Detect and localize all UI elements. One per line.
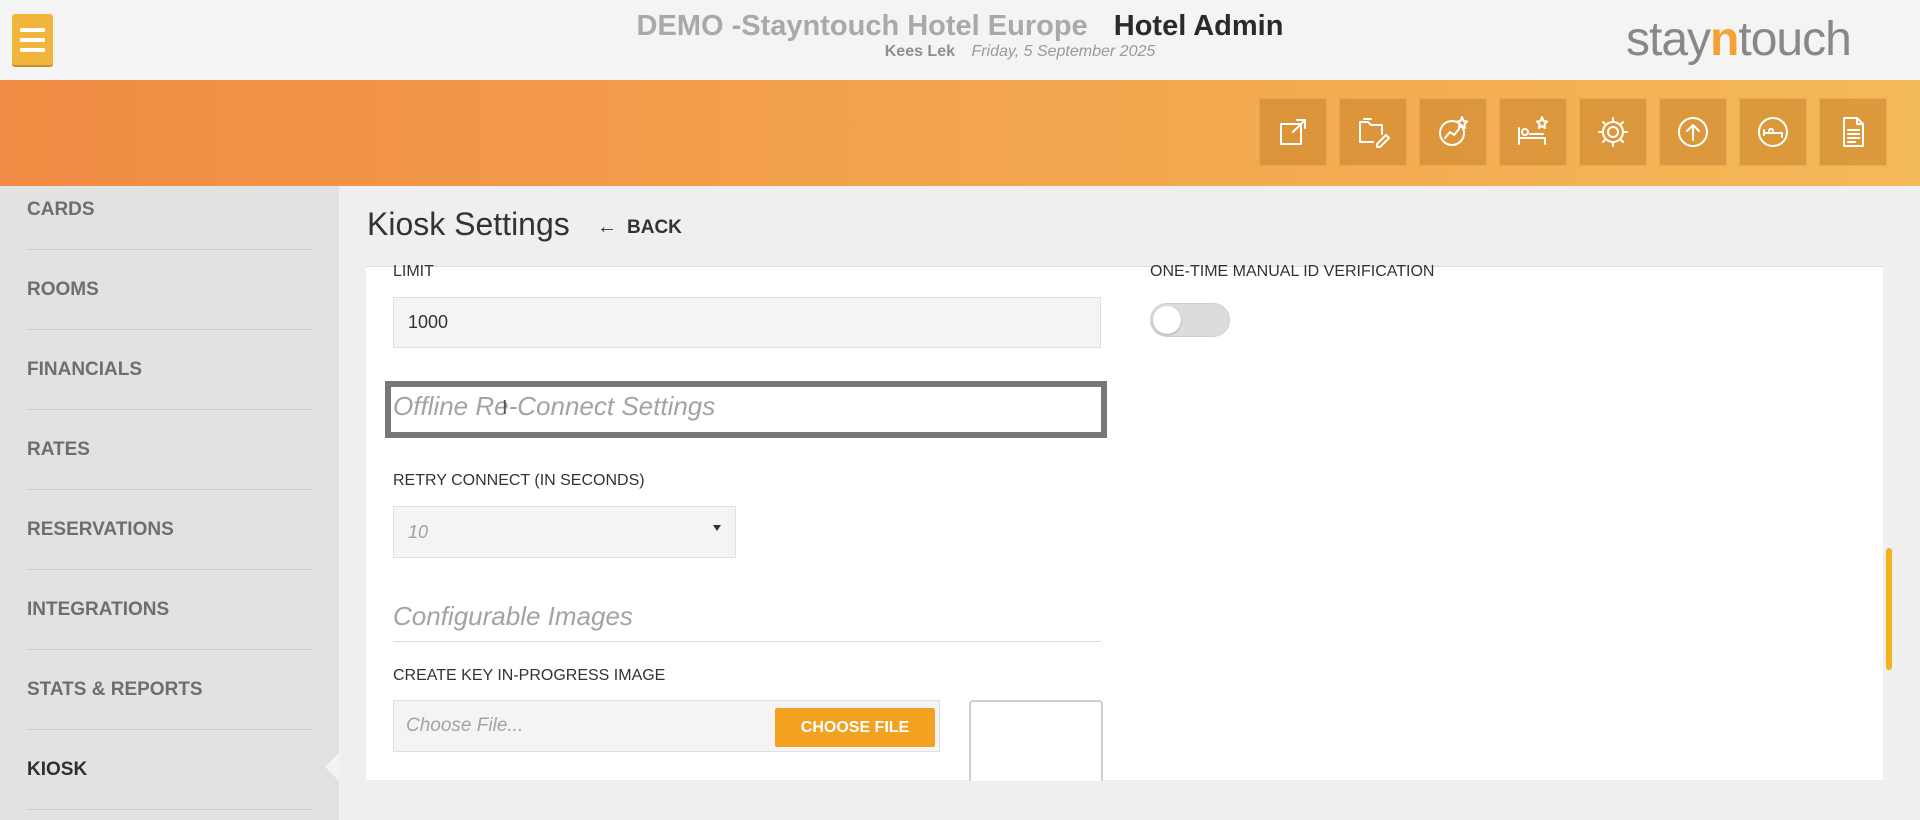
external-link-button[interactable] bbox=[1259, 98, 1327, 166]
user-name: Kees Lek bbox=[884, 43, 955, 60]
retry-connect-label: RETRY CONNECT (IN SECONDS) bbox=[393, 472, 645, 489]
image-preview bbox=[969, 700, 1103, 781]
manual-id-verification-label: ONE-TIME MANUAL ID VERIFICATION bbox=[1150, 263, 1435, 280]
folder-edit-button[interactable] bbox=[1339, 98, 1407, 166]
gear-icon bbox=[1598, 117, 1628, 147]
sidebar-item-reservations[interactable]: RESERVATIONS bbox=[27, 490, 313, 570]
chevron-down-icon bbox=[713, 525, 721, 531]
folder-edit-icon bbox=[1359, 118, 1390, 148]
sidebar-item-integrations[interactable]: INTEGRATIONS bbox=[27, 570, 313, 650]
kiosk-settings-panel: LIMIT 1000 ONE-TIME MANUAL ID VERIFICATI… bbox=[366, 263, 1883, 781]
reports-button[interactable] bbox=[1819, 98, 1887, 166]
settings-button[interactable] bbox=[1579, 98, 1647, 166]
main-content: Kiosk Settings ← BACK LIMIT 1000 ONE-TIM… bbox=[339, 186, 1920, 820]
sidebar-item-financials[interactable]: FINANCIALS bbox=[27, 330, 313, 410]
limit-label: LIMIT bbox=[393, 263, 434, 280]
rooms-button[interactable] bbox=[1499, 98, 1567, 166]
limit-input[interactable]: 1000 bbox=[393, 297, 1101, 348]
external-link-icon bbox=[1280, 119, 1306, 145]
business-date: Friday, 5 September 2025 bbox=[971, 43, 1156, 60]
upload-circle-icon bbox=[1678, 117, 1708, 147]
admin-sidebar: CARDS ROOMS FINANCIALS RATES RESERVATION… bbox=[0, 186, 339, 820]
choose-file-button[interactable]: CHOOSE FILE bbox=[775, 708, 935, 747]
back-button[interactable]: ← BACK bbox=[597, 216, 682, 239]
toggle-knob bbox=[1153, 306, 1181, 334]
sidebar-item-rates[interactable]: RATES bbox=[27, 410, 313, 490]
sidebar-item-stats-reports[interactable]: STATS & REPORTS bbox=[27, 650, 313, 730]
retry-connect-select[interactable]: 10 bbox=[393, 506, 736, 558]
admin-title: Hotel Admin bbox=[1113, 10, 1284, 42]
offline-reconnect-section-title: Offline Re-Connect Settings bbox=[393, 391, 716, 421]
manual-id-verification-toggle[interactable] bbox=[1150, 303, 1230, 337]
sidebar-item-cards[interactable]: CARDS bbox=[27, 170, 313, 250]
stayntouch-logo: stayntouch bbox=[1626, 13, 1852, 66]
arrow-left-icon: ← bbox=[597, 216, 617, 238]
page-title: Kiosk Settings bbox=[367, 206, 570, 242]
hotel-name: DEMO -Stayntouch Hotel Europe bbox=[636, 10, 1088, 42]
document-icon bbox=[1843, 117, 1864, 147]
configurable-images-section-title: Configurable Images bbox=[393, 601, 633, 631]
sidebar-item-rooms[interactable]: ROOMS bbox=[27, 250, 313, 330]
text-cursor-icon: I bbox=[502, 397, 508, 419]
section-divider bbox=[393, 641, 1101, 642]
bed-star-icon bbox=[1518, 116, 1548, 145]
chart-star-icon bbox=[1439, 116, 1468, 146]
top-header: DEMO -Stayntouch Hotel Europe Hotel Admi… bbox=[0, 0, 1920, 80]
stats-button[interactable] bbox=[1419, 98, 1487, 166]
page-scrollbar[interactable] bbox=[1886, 548, 1892, 670]
key-image-label: CREATE KEY IN-PROGRESS IMAGE bbox=[393, 667, 666, 684]
night-audit-button[interactable] bbox=[1739, 98, 1807, 166]
active-item-pointer bbox=[325, 753, 339, 781]
sleep-circle-icon bbox=[1758, 117, 1788, 147]
upload-button[interactable] bbox=[1659, 98, 1727, 166]
sidebar-item-kiosk[interactable]: KIOSK bbox=[27, 730, 313, 810]
